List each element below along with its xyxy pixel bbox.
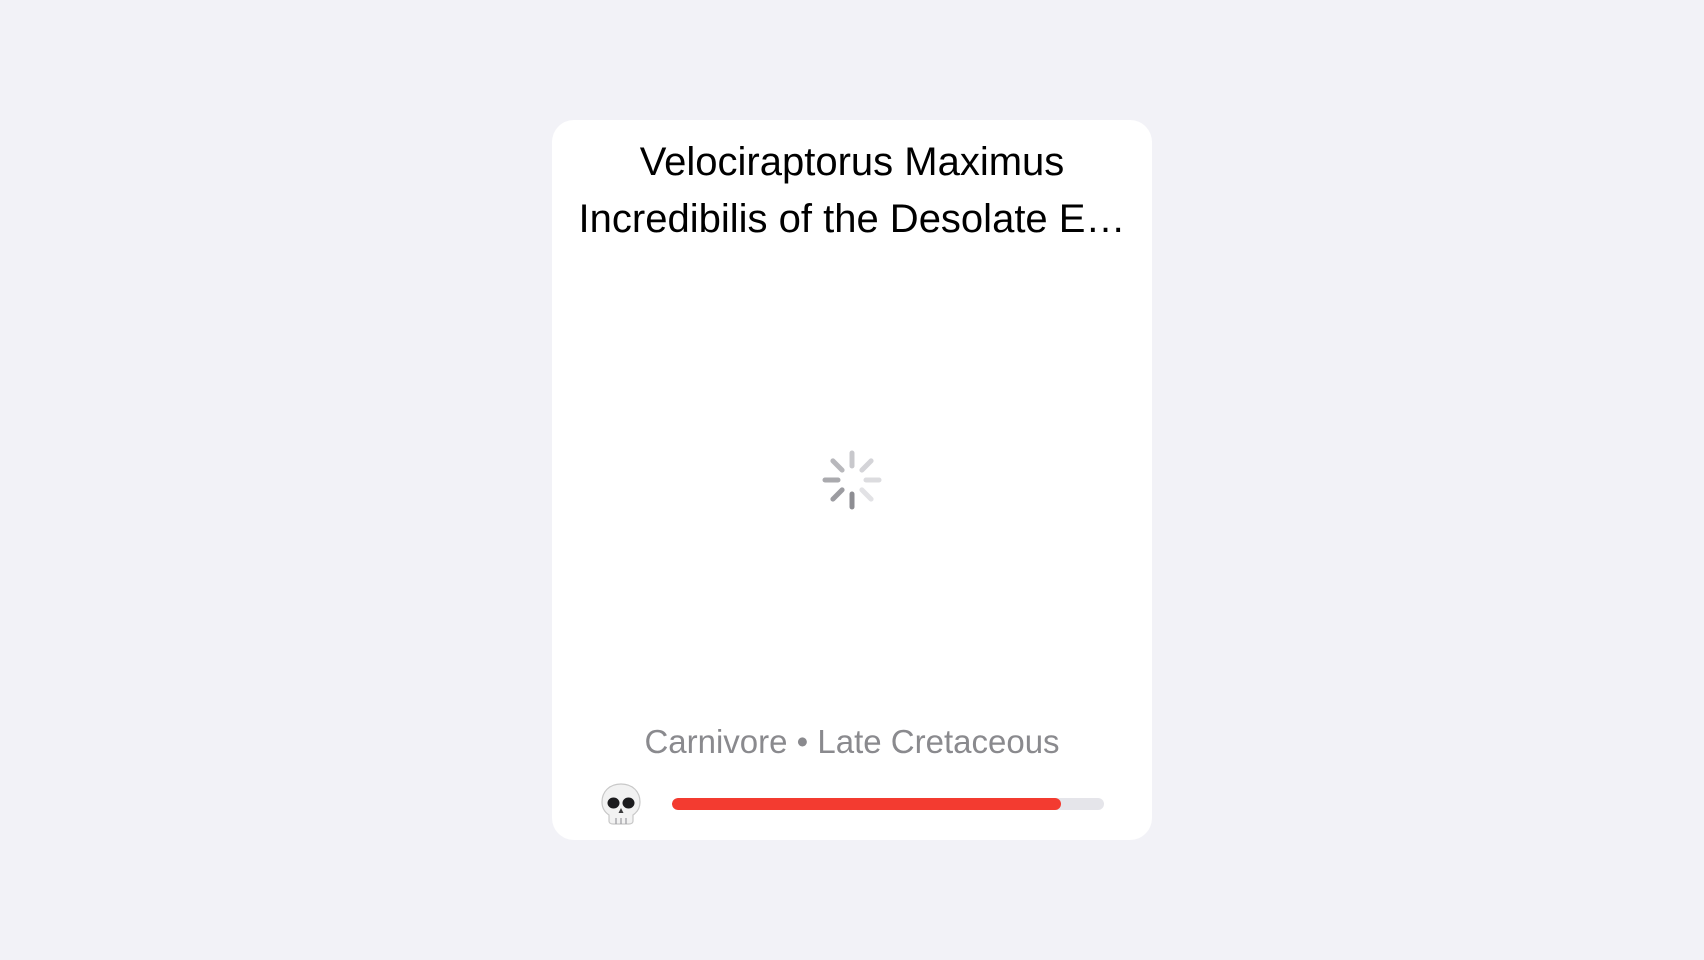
skull-icon [601, 783, 641, 825]
card-title-line-1: Velociraptorus Maximus [639, 140, 1065, 184]
separator-dot: • [796, 723, 809, 760]
card-subtitle: Carnivore • Late Cretaceous [552, 722, 1152, 762]
danger-level-bar [672, 798, 1104, 810]
danger-level-bar-fill [672, 798, 1061, 810]
spinner-spoke [859, 487, 874, 502]
activity-spinner-icon [822, 450, 882, 510]
diet-label: Carnivore [644, 723, 788, 760]
dinosaur-card[interactable]: Velociraptorus Maximus Incredibilis of t… [552, 120, 1152, 840]
spinner-spoke [830, 487, 845, 502]
card-title: Velociraptorus Maximus Incredibilis of t… [552, 134, 1152, 248]
card-title-line-2: Incredibilis of the Desolate E… [578, 197, 1126, 241]
era-label: Late Cretaceous [817, 723, 1060, 760]
spinner-spoke [859, 458, 874, 473]
spinner-spoke [830, 458, 845, 473]
